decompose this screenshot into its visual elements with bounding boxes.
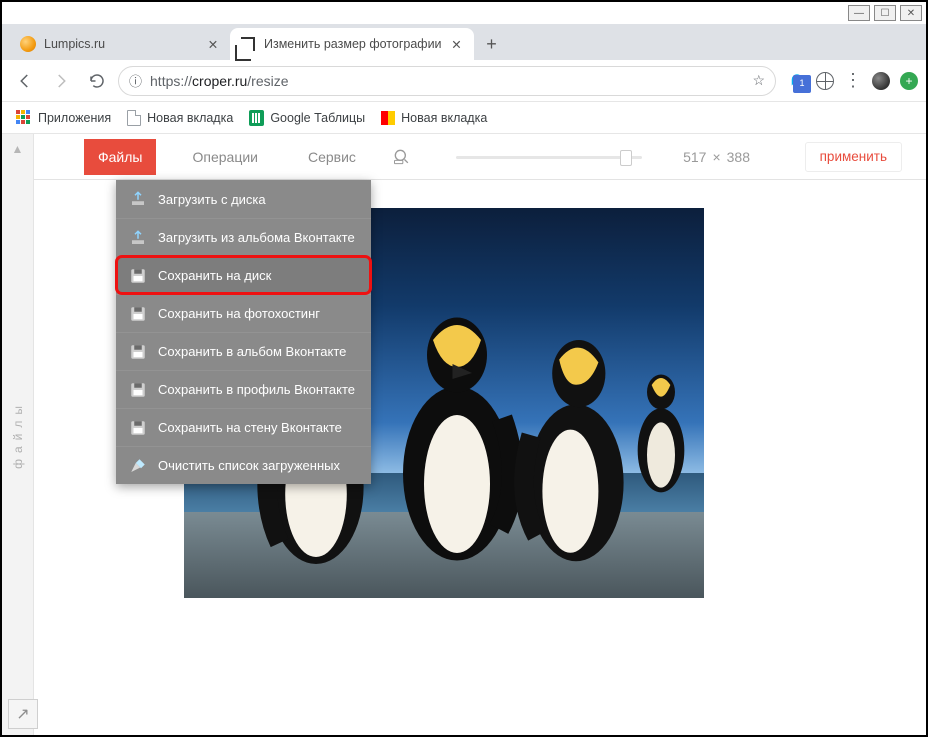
menu-save-to-vk-album[interactable]: Сохранить в альбом Вконтакте bbox=[116, 332, 371, 370]
external-link-button[interactable]: ↗ bbox=[8, 699, 38, 729]
width-input[interactable] bbox=[664, 149, 706, 165]
menu-files[interactable]: Файлы bbox=[84, 139, 156, 175]
crop-icon bbox=[240, 36, 256, 52]
url-text: https://croper.ru/resize bbox=[150, 73, 289, 89]
tab-title: Lumpics.ru bbox=[44, 37, 198, 51]
tab-lumpics[interactable]: Lumpics.ru ✕ bbox=[10, 28, 230, 60]
upload-icon bbox=[128, 189, 148, 209]
menu-save-to-vk-profile[interactable]: Сохранить в профиль Вконтакте bbox=[116, 370, 371, 408]
arrow-right-icon bbox=[52, 72, 70, 90]
penguin-graphic bbox=[626, 357, 704, 497]
ghostery-icon[interactable]: 1 bbox=[788, 72, 806, 90]
extension-plus-icon[interactable]: + bbox=[900, 72, 918, 90]
bookmark-item[interactable]: Google Таблицы bbox=[249, 110, 365, 126]
floppy-icon bbox=[128, 266, 148, 286]
close-icon[interactable]: ✕ bbox=[206, 37, 220, 51]
menu-upload-from-disk[interactable]: Загрузить с диска bbox=[116, 180, 371, 218]
size-slider[interactable] bbox=[456, 154, 642, 160]
floppy-icon bbox=[128, 418, 148, 438]
side-panel[interactable]: ▲ файлы ▼ bbox=[2, 134, 34, 735]
orange-icon bbox=[20, 36, 36, 52]
browser-window: — ☐ ✕ Lumpics.ru ✕ Изменить размер фотог… bbox=[0, 0, 928, 737]
app-menubar: Файлы Операции Сервис × применить bbox=[34, 134, 926, 180]
height-input[interactable] bbox=[727, 149, 769, 165]
menu-upload-from-vk-album[interactable]: Загрузить из альбома Вконтакте bbox=[116, 218, 371, 256]
broom-icon bbox=[128, 456, 148, 476]
window-minimize-button[interactable]: — bbox=[848, 5, 870, 21]
page-content: ▲ файлы ▼ Файлы Операции Сервис × bbox=[2, 134, 926, 735]
menu-save-to-disk[interactable]: Сохранить на диск bbox=[116, 256, 371, 294]
app-content: Файлы Операции Сервис × применить bbox=[34, 134, 926, 735]
slider-thumb[interactable] bbox=[620, 150, 632, 166]
arrow-left-icon bbox=[16, 72, 34, 90]
tab-croper-resize[interactable]: Изменить размер фотографии ✕ bbox=[230, 28, 474, 60]
menu-save-to-photohosting[interactable]: Сохранить на фотохостинг bbox=[116, 294, 371, 332]
menu-save-to-vk-wall[interactable]: Сохранить на стену Вконтакте bbox=[116, 408, 371, 446]
badge-count: 1 bbox=[793, 75, 811, 93]
apps-icon bbox=[16, 110, 32, 126]
menu-service[interactable]: Сервис bbox=[294, 139, 370, 175]
floppy-icon bbox=[128, 342, 148, 362]
yandex-icon bbox=[381, 111, 395, 125]
close-icon[interactable]: ✕ bbox=[450, 37, 464, 51]
reload-icon bbox=[88, 72, 106, 90]
url-bar[interactable]: ⓘ https://croper.ru/resize ☆ bbox=[118, 66, 776, 96]
reload-button[interactable] bbox=[82, 66, 112, 96]
nav-toolbar: ⓘ https://croper.ru/resize ☆ 1 ⋮ + bbox=[2, 60, 926, 102]
menu-dots-icon[interactable]: ⋮ bbox=[844, 72, 862, 90]
globe-icon[interactable] bbox=[816, 72, 834, 90]
apply-button[interactable]: применить bbox=[805, 142, 902, 172]
site-info-icon[interactable]: ⓘ bbox=[129, 71, 142, 90]
external-link-icon: ↗ bbox=[16, 704, 29, 724]
bookmark-star-icon[interactable]: ☆ bbox=[752, 72, 765, 89]
apps-shortcut[interactable]: Приложения bbox=[16, 110, 111, 126]
new-tab-button[interactable]: + bbox=[478, 30, 506, 58]
back-button[interactable] bbox=[10, 66, 40, 96]
zoom-tool-icon[interactable] bbox=[392, 146, 412, 168]
menu-clear-uploaded-list[interactable]: Очистить список загруженных bbox=[116, 446, 371, 484]
upload-icon bbox=[128, 228, 148, 248]
tab-strip: Lumpics.ru ✕ Изменить размер фотографии … bbox=[2, 24, 926, 60]
profile-avatar[interactable] bbox=[872, 72, 890, 90]
dimensions-display: × bbox=[664, 149, 768, 165]
window-close-button[interactable]: ✕ bbox=[900, 5, 922, 21]
window-maximize-button[interactable]: ☐ bbox=[874, 5, 896, 21]
files-dropdown: Загрузить с диска Загрузить из альбома В… bbox=[116, 180, 371, 484]
bookmarks-bar: Приложения Новая вкладка Google Таблицы … bbox=[2, 102, 926, 134]
document-icon bbox=[127, 110, 141, 126]
floppy-icon bbox=[128, 380, 148, 400]
floppy-icon bbox=[128, 304, 148, 324]
sheets-icon bbox=[249, 110, 264, 126]
chevron-up-icon[interactable]: ▲ bbox=[12, 142, 24, 156]
window-titlebar: — ☐ ✕ bbox=[2, 2, 926, 24]
forward-button[interactable] bbox=[46, 66, 76, 96]
menu-operations[interactable]: Операции bbox=[178, 139, 272, 175]
bookmark-item[interactable]: Новая вкладка bbox=[381, 111, 487, 125]
side-panel-label: файлы bbox=[11, 400, 25, 469]
tab-title: Изменить размер фотографии bbox=[264, 37, 442, 51]
extension-icons: 1 ⋮ + bbox=[782, 72, 918, 90]
bookmark-item[interactable]: Новая вкладка bbox=[127, 110, 233, 126]
